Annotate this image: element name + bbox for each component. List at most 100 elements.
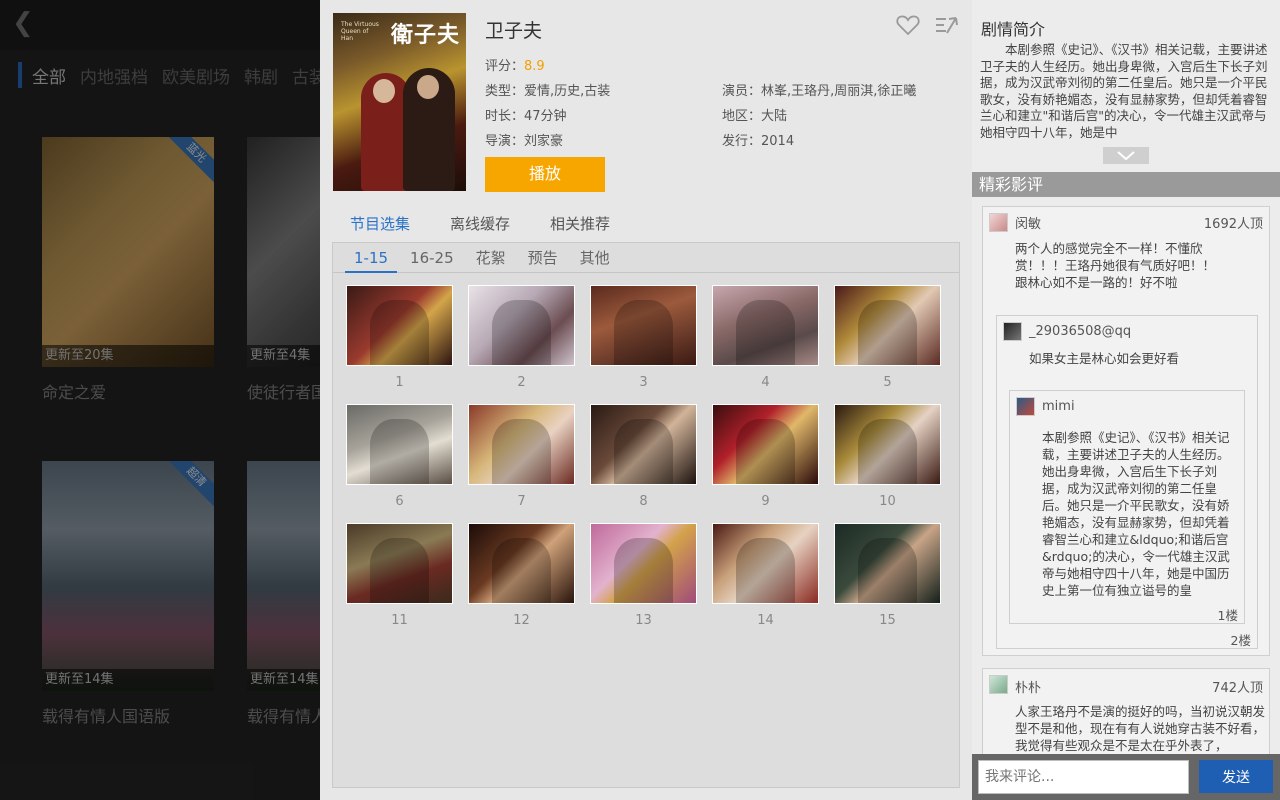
floor-number: 2楼: [1230, 633, 1251, 648]
review-user: 朴朴: [1015, 681, 1042, 696]
episode-item[interactable]: 1: [346, 285, 453, 390]
episode-thumbnail: [590, 285, 697, 366]
synopsis-title: 剧情简介: [981, 20, 1046, 39]
avatar: [1003, 322, 1022, 341]
range-tab[interactable]: 16-25: [401, 243, 463, 273]
episode-number: 5: [883, 375, 892, 390]
avatar: [1016, 397, 1035, 416]
poster-subtitle: The Virtuous Queen of Han: [341, 21, 379, 42]
episode-item[interactable]: 6: [346, 404, 453, 509]
release-text: 发行：2014: [722, 134, 795, 149]
episode-range-tabs: 1-15 16-25 花絮 预告 其他: [333, 243, 959, 273]
episode-item[interactable]: 4: [712, 285, 819, 390]
reply-user: _29036508@qq: [1029, 324, 1132, 339]
show-title: 卫子夫: [485, 20, 543, 42]
episode-number: 12: [513, 613, 530, 628]
show-poster: The Virtuous Queen of Han 衛子夫: [333, 13, 466, 191]
episode-item[interactable]: 7: [468, 404, 575, 509]
send-button[interactable]: 发送: [1199, 760, 1273, 793]
episode-item[interactable]: 11: [346, 523, 453, 628]
episode-thumbnail: [712, 523, 819, 604]
episode-thumbnail: [712, 404, 819, 485]
score-label: 评分：: [485, 59, 525, 74]
score-value: 8.9: [524, 59, 545, 74]
episode-item[interactable]: 10: [834, 404, 941, 509]
score-row: 评分：8.9: [485, 55, 545, 74]
poster-face: [373, 79, 395, 103]
episode-thumbnail: [468, 404, 575, 485]
reviews-list: 闵敏 1692人顶 两个人的感觉完全不一样！不懂欣赏！！！王珞丹她很有气质好吧！…: [972, 198, 1280, 754]
episode-item[interactable]: 3: [590, 285, 697, 390]
episode-thumbnail: [834, 285, 941, 366]
review-item: 闵敏 1692人顶 两个人的感觉完全不一样！不懂欣赏！！！王珞丹她很有气质好吧！…: [982, 206, 1270, 656]
episode-thumbnail: [468, 523, 575, 604]
episode-thumbnail: [346, 523, 453, 604]
range-tab[interactable]: 1-15: [345, 243, 398, 273]
episode-panel: 1-15 16-25 花絮 预告 其他 1 2 3 4 5 6 7 8 9 10…: [332, 242, 960, 788]
episode-thumbnail: [834, 523, 941, 604]
episode-number: 7: [517, 494, 526, 509]
episode-item[interactable]: 5: [834, 285, 941, 390]
poster-face: [417, 75, 439, 99]
chevron-down-icon[interactable]: [1103, 147, 1149, 164]
episode-thumbnail: [468, 285, 575, 366]
reply-text: 本剧参照《史记》、《汉书》相关记载，主要讲述卫子夫的人生经历。她出身卑微，入宫后…: [1042, 430, 1230, 598]
episode-number: 10: [879, 494, 896, 509]
range-tab[interactable]: 花絮: [467, 243, 515, 273]
heart-icon[interactable]: [896, 14, 920, 36]
reply-user: mimi: [1042, 399, 1075, 414]
episode-number: 14: [757, 613, 774, 628]
director-text: 导演：刘家豪: [485, 134, 564, 149]
episode-number: 2: [517, 375, 526, 390]
episode-number: 4: [761, 375, 770, 390]
info-sidebar: 剧情简介 本剧参照《史记》、《汉书》相关记载，主要讲述卫子夫的人生经历。她出身卑…: [972, 0, 1280, 800]
episode-item[interactable]: 15: [834, 523, 941, 628]
episode-number: 6: [395, 494, 404, 509]
detail-panel: The Virtuous Queen of Han 衛子夫 卫子夫 评分：8.9…: [320, 0, 972, 800]
range-tab[interactable]: 预告: [519, 243, 567, 273]
review-item: 朴朴 742人顶 人家王珞丹不是演的挺好的吗，当初说汉朝发型不是和他，现在有有人…: [982, 668, 1270, 754]
episode-item[interactable]: 12: [468, 523, 575, 628]
synopsis-text: 本剧参照《史记》、《汉书》相关记载，主要讲述卫子夫的人生经历。她出身卑微，入宫后…: [980, 42, 1268, 140]
tab-episodes[interactable]: 节目选集: [350, 213, 410, 234]
range-tab[interactable]: 其他: [571, 243, 619, 273]
episode-item[interactable]: 9: [712, 404, 819, 509]
episode-thumbnail: [346, 404, 453, 485]
episode-number: 3: [639, 375, 648, 390]
poster-title: 衛子夫: [390, 22, 460, 48]
episode-item[interactable]: 13: [590, 523, 697, 628]
episode-item[interactable]: 2: [468, 285, 575, 390]
review-reply: mimi 本剧参照《史记》、《汉书》相关记载，主要讲述卫子夫的人生经历。她出身卑…: [1009, 390, 1245, 624]
floor-number: 1楼: [1217, 608, 1238, 623]
episode-number: 13: [635, 613, 652, 628]
reviews-title: 精彩影评: [972, 172, 1280, 197]
review-user: 闵敏: [1015, 217, 1042, 232]
episode-number: 9: [761, 494, 770, 509]
play-button[interactable]: 播放: [485, 157, 605, 192]
avatar: [989, 213, 1008, 232]
review-likes[interactable]: 742人顶: [1212, 677, 1263, 696]
episode-item[interactable]: 14: [712, 523, 819, 628]
episode-number: 11: [391, 613, 408, 628]
avatar: [989, 675, 1008, 694]
tab-related[interactable]: 相关推荐: [550, 213, 610, 234]
review-likes[interactable]: 1692人顶: [1204, 213, 1263, 232]
tab-offline-cache[interactable]: 离线缓存: [450, 213, 510, 234]
comment-bar: 发送: [972, 754, 1280, 800]
review-reply: _29036508@qq 如果女主是林心如会更好看 mimi 本剧参照《史记》、…: [996, 315, 1258, 649]
genre-text: 类型：爱情,历史,古装: [485, 84, 611, 99]
cast-text: 演员：林峯,王珞丹,周丽淇,徐正曦: [722, 84, 917, 99]
duration-text: 时长：47分钟: [485, 109, 567, 124]
episode-thumbnail: [834, 404, 941, 485]
comment-input[interactable]: [978, 760, 1189, 794]
share-icon[interactable]: [934, 13, 960, 37]
episode-number: 1: [395, 375, 404, 390]
reply-text: 如果女主是林心如会更好看: [1029, 351, 1180, 366]
episode-thumbnail: [590, 404, 697, 485]
episode-item[interactable]: 8: [590, 404, 697, 509]
detail-tabs: 节目选集 离线缓存 相关推荐: [350, 213, 650, 234]
episode-number: 8: [639, 494, 648, 509]
region-text: 地区：大陆: [722, 109, 788, 124]
episode-thumbnail: [346, 285, 453, 366]
review-text: 人家王珞丹不是演的挺好的吗，当初说汉朝发型不是和他，现在有有人说她穿古装不好看，…: [1015, 704, 1266, 753]
